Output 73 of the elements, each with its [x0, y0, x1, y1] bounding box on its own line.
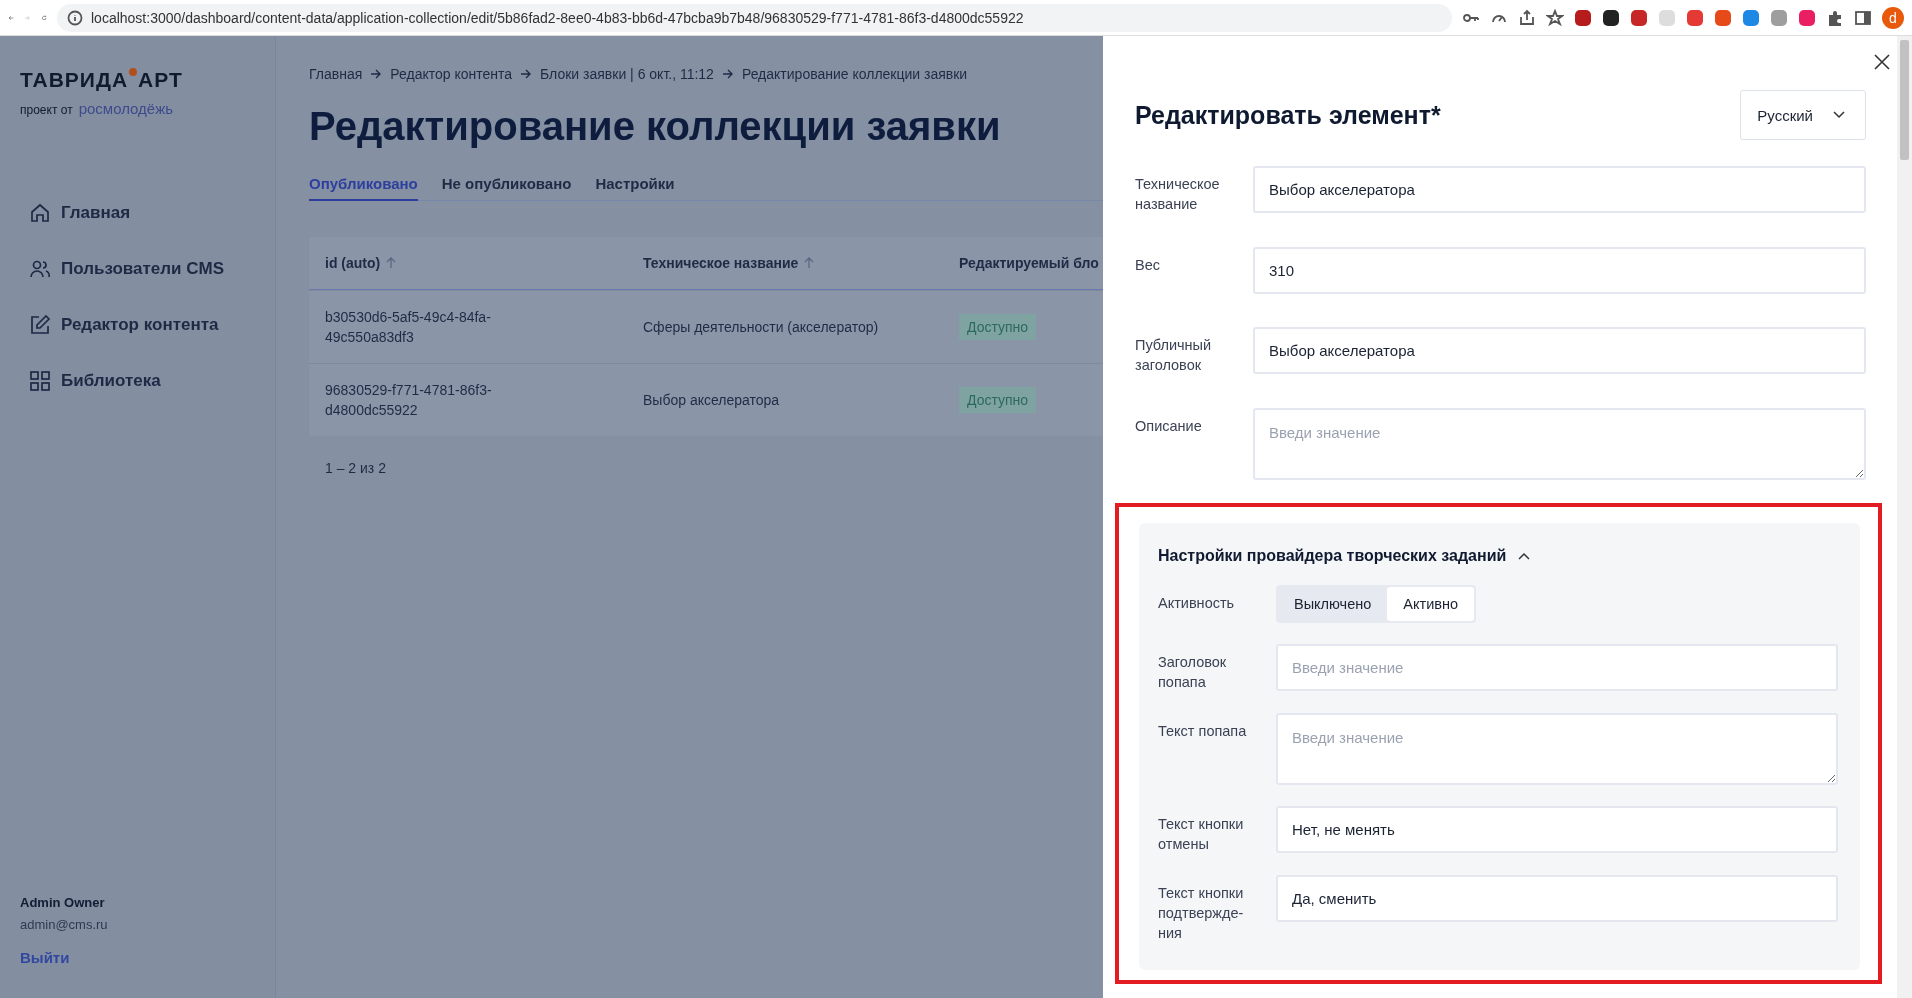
- field-label: Заголовок попапа: [1158, 653, 1228, 692]
- extension-icon[interactable]: [1574, 8, 1592, 27]
- chevron-down-icon: [1833, 111, 1845, 119]
- tab[interactable]: Не опубликовано: [441, 175, 572, 201]
- table-cell-text: Сферы деятельности (акселератор): [643, 318, 879, 337]
- input-field[interactable]: Выбор акселератора: [1253, 166, 1866, 213]
- star-icon[interactable]: [1546, 8, 1564, 27]
- status-badge: Доступно: [959, 387, 1037, 413]
- breadcrumb-link[interactable]: Главная: [309, 66, 363, 82]
- chevron-up-icon[interactable]: [1518, 552, 1531, 560]
- grid-icon: [29, 370, 51, 392]
- table-cell-text: b30530d6-5af5-49c4-84fa-49c550a83df3: [325, 308, 492, 347]
- breadcrumb-link[interactable]: Редактор контента: [390, 66, 513, 82]
- field-label: Публичный заголовок: [1135, 336, 1213, 375]
- table-cell-text: Выбор акселератора: [643, 391, 780, 410]
- column-header[interactable]: Редактируемый бло: [959, 255, 1099, 271]
- info-icon: [67, 9, 83, 26]
- address-bar[interactable]: localhost:3000/dashboard/content-data/application-collection/edit/5b86fad2-8ee0-4b83-bb6d-47bcba9b7b48/96830529-f771-4781-86f3-d4800dc55922: [57, 3, 1452, 32]
- drawer-title: Редактировать элемент*: [1135, 100, 1441, 130]
- field-label: Активность: [1158, 594, 1236, 613]
- text-area[interactable]: Введи значение: [1253, 408, 1866, 480]
- page-title: Редактирование коллекции заявки: [309, 104, 1002, 149]
- tab[interactable]: Опубликовано: [309, 175, 418, 201]
- share-icon[interactable]: [1518, 8, 1536, 27]
- field-label: Вес: [1135, 256, 1161, 275]
- input-field[interactable]: Нет, не менять: [1276, 806, 1838, 853]
- logo-dot: [129, 68, 138, 76]
- nav-item[interactable]: Главная: [20, 185, 275, 241]
- profile-avatar[interactable]: d: [1882, 6, 1904, 29]
- close-icon: [1874, 54, 1890, 70]
- input-field[interactable]: Да, сменить: [1276, 875, 1838, 922]
- input-field[interactable]: 310: [1253, 247, 1866, 294]
- logo-text: ТАВРИДА: [20, 68, 129, 92]
- logout-link[interactable]: Выйти: [20, 949, 70, 966]
- users-icon: [29, 258, 51, 280]
- field-label: Техническое название: [1135, 175, 1221, 214]
- brand-name: росмолодёжь: [78, 100, 174, 117]
- scrollbar[interactable]: [1897, 36, 1912, 998]
- tab[interactable]: Настройки: [595, 175, 675, 201]
- logo-caption: проект от: [20, 103, 73, 117]
- user-email: admin@cms.ru: [20, 917, 109, 932]
- sidebar-icon[interactable]: [1854, 8, 1872, 27]
- field-label: Текст кнопки подтвержде-ния: [1158, 884, 1245, 943]
- pagination-info: 1 – 2 из 2: [325, 460, 387, 476]
- column-header[interactable]: Техническое название: [643, 255, 799, 271]
- breadcrumb-link[interactable]: Блоки заявки | 6 окт., 11:12: [540, 66, 714, 82]
- section-title: Настройки провайдера творческих заданий: [1158, 547, 1507, 565]
- close-button[interactable]: [1874, 54, 1890, 70]
- status-badge: Доступно: [959, 314, 1037, 340]
- puzzle-icon[interactable]: [1826, 8, 1844, 27]
- language-select[interactable]: Русский: [1740, 90, 1866, 140]
- nav-item[interactable]: Редактор контента: [20, 297, 275, 353]
- arrow-right-icon: [721, 68, 734, 80]
- field-label: Описание: [1135, 417, 1203, 436]
- user-name: Admin Owner: [20, 895, 106, 910]
- segment-option[interactable]: Активно: [1387, 587, 1474, 621]
- nav-item[interactable]: Библиотека: [20, 353, 275, 409]
- field-label: Текст попапа: [1158, 722, 1248, 741]
- home-icon: [29, 202, 51, 224]
- input-field[interactable]: Введи значение: [1276, 644, 1838, 691]
- table-cell-text: 96830529-f771-4781-86f3-d4800dc55922: [325, 381, 493, 420]
- input-field[interactable]: Выбор акселератора: [1253, 327, 1866, 374]
- arrow-right-icon: [370, 68, 383, 80]
- field-label: Текст кнопки отмены: [1158, 815, 1245, 854]
- arrow-right-icon: [520, 68, 533, 80]
- logo-text: АРТ: [138, 68, 183, 92]
- column-header[interactable]: id (auto): [325, 255, 381, 271]
- text-area[interactable]: Введи значение: [1276, 713, 1838, 785]
- segment-option[interactable]: Выключено: [1278, 587, 1388, 621]
- extension-icon[interactable]: [1602, 8, 1620, 27]
- url-text: localhost:3000/dashboard/content-data/application-collection/edit/5b86fad2-8ee0-4b83-bb6d-47bcba9b7b48/96830529-f771-4781-86f3-d4800dc55922: [91, 9, 1024, 26]
- edit-icon: [29, 314, 51, 336]
- nav-item[interactable]: Пользователи CMS: [20, 241, 275, 297]
